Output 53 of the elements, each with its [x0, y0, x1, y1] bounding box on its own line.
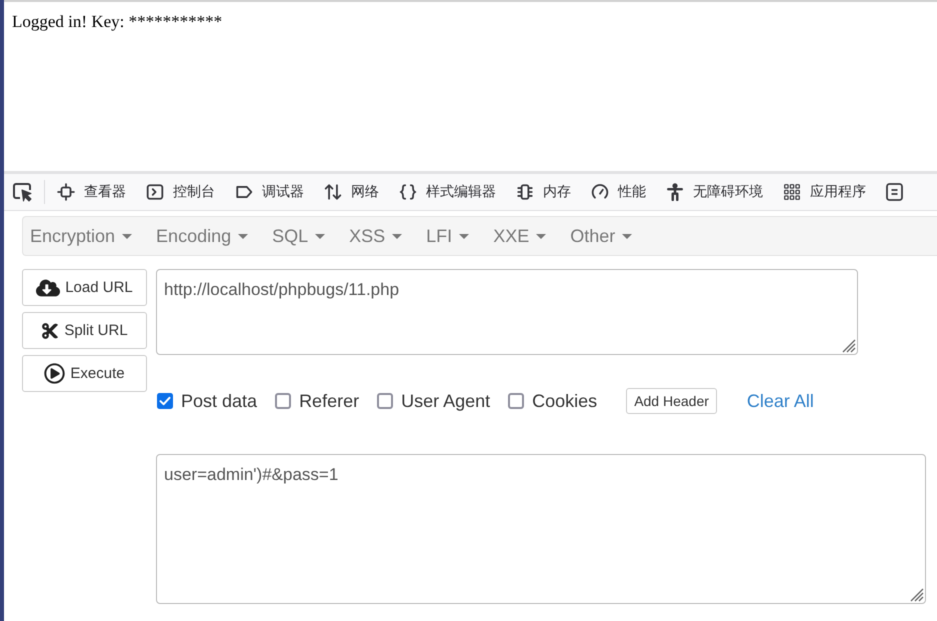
checkbox[interactable] — [377, 393, 394, 409]
gauge-icon — [591, 183, 609, 201]
login-message: Logged in! Key: *********** — [12, 12, 222, 32]
menu-dropdown[interactable]: LFI — [426, 226, 470, 246]
menu-dropdown[interactable]: SQL — [272, 226, 326, 246]
resize-grip-icon[interactable] — [908, 586, 924, 602]
tag-icon — [235, 183, 253, 201]
menu-dropdown[interactable]: Other — [570, 226, 632, 246]
caret-icon — [315, 234, 326, 238]
add-header-button[interactable]: Add Header — [626, 388, 717, 414]
checkbox-label[interactable]: Post data — [181, 390, 258, 412]
checkbox-label[interactable]: User Agent — [401, 390, 490, 412]
braces-icon — [399, 183, 417, 201]
menu-dropdown[interactable]: XSS — [349, 226, 402, 246]
devtools-tab[interactable]: 性能 — [591, 181, 646, 203]
devtools-tab[interactable]: 网络 — [324, 181, 379, 203]
checkbox[interactable] — [157, 393, 173, 409]
caret-icon — [238, 234, 248, 238]
person-icon — [666, 183, 684, 201]
checkbox[interactable] — [508, 393, 524, 409]
devtools-tab[interactable]: 无障碍环境 — [666, 181, 763, 203]
action-button[interactable]: Split URL — [22, 312, 147, 349]
devtools-tab[interactable]: 控制台 — [146, 181, 215, 203]
checkbox-label[interactable]: Referer — [299, 390, 360, 412]
devtools-tab[interactable]: 应用程序 — [783, 181, 866, 203]
storage-icon[interactable] — [886, 183, 903, 201]
clear-all-link[interactable]: Clear All — [746, 390, 814, 412]
caret-icon — [536, 234, 546, 238]
menu-dropdown[interactable]: Encryption — [30, 226, 132, 246]
caret-icon — [122, 234, 132, 238]
up-down-arrows-icon — [324, 183, 342, 201]
action-button[interactable]: Execute — [22, 355, 147, 392]
resize-grip-icon[interactable] — [840, 337, 856, 353]
scissors-icon — [41, 322, 60, 340]
checkbox-label[interactable]: Cookies — [532, 390, 598, 412]
menu-dropdown[interactable]: Encoding — [156, 226, 248, 246]
caret-icon — [622, 234, 632, 238]
menu-dropdown[interactable]: XXE — [493, 226, 546, 246]
devtools-tab[interactable]: 调试器 — [235, 181, 304, 203]
devtools-tab[interactable]: 查看器 — [57, 181, 126, 203]
inspector-icon — [57, 183, 75, 201]
url-field[interactable]: http://localhost/phpbugs/11.php — [156, 269, 858, 355]
caret-icon — [459, 234, 470, 238]
caret-icon — [392, 234, 402, 238]
element-picker-icon[interactable] — [12, 182, 34, 202]
action-button[interactable]: Load URL — [22, 269, 147, 306]
checkbox[interactable] — [275, 393, 292, 409]
console-icon — [146, 183, 164, 201]
devtools-tab[interactable]: 内存 — [516, 181, 571, 203]
devtools-tab[interactable]: 样式编辑器 — [399, 181, 496, 203]
chip-icon — [516, 183, 534, 201]
grid-icon — [783, 183, 801, 201]
post-data-field[interactable]: user=admin')#&pass=1 — [156, 454, 926, 604]
